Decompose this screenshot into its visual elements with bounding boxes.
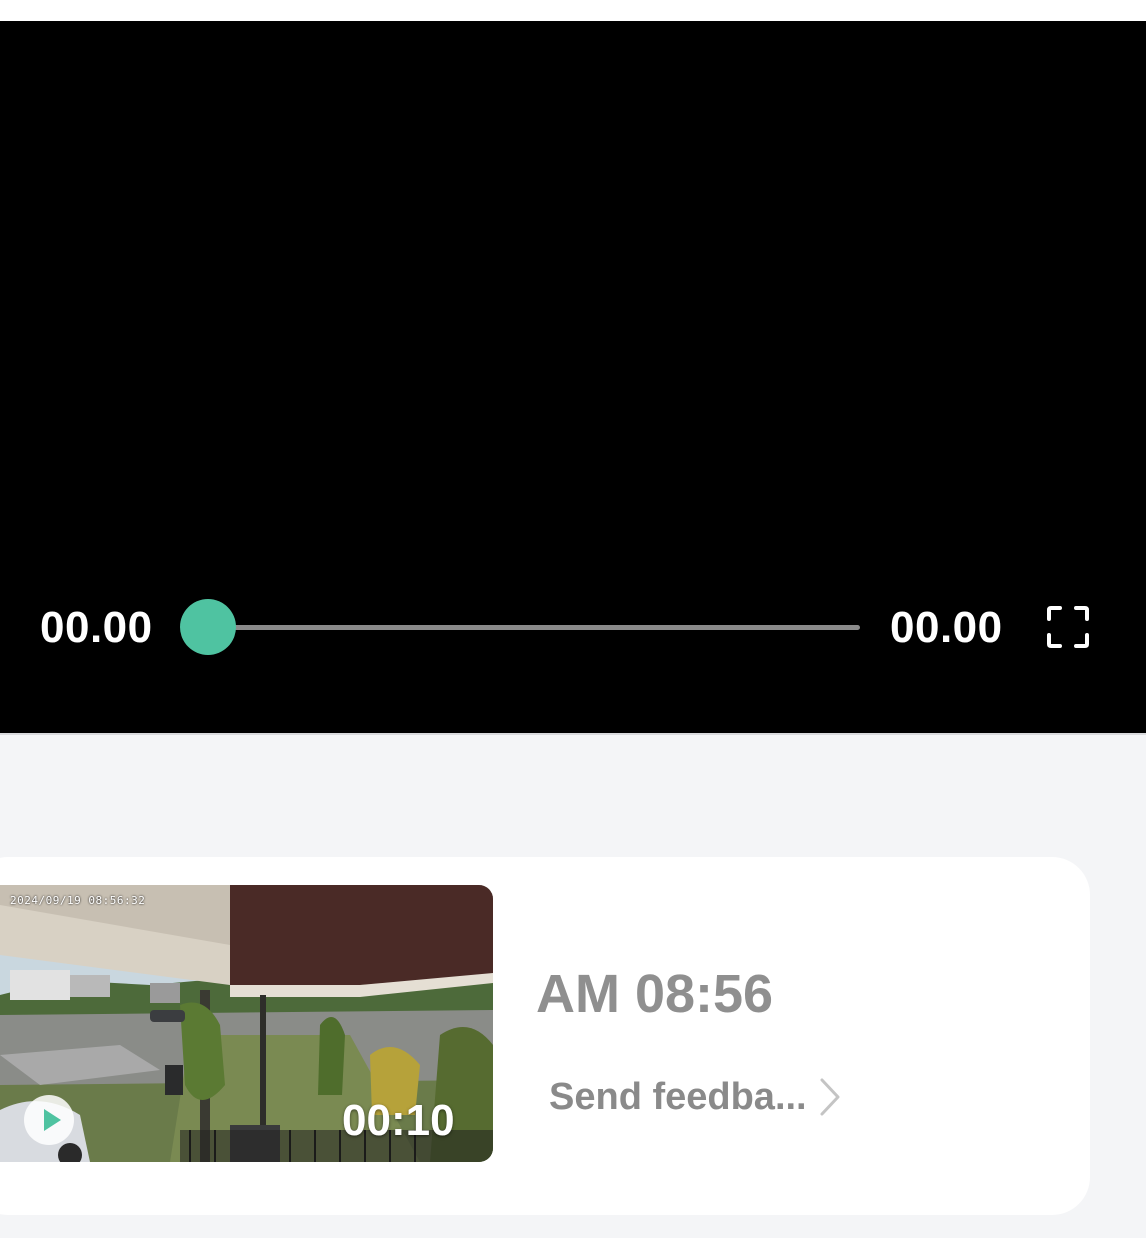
progress-track[interactable]: [180, 599, 860, 655]
play-icon[interactable]: [24, 1095, 74, 1145]
progress-knob[interactable]: [180, 599, 236, 655]
divider: [0, 733, 1146, 735]
current-time: 00.00: [40, 603, 153, 652]
fullscreen-icon[interactable]: [1046, 605, 1090, 649]
send-feedback-label: Send feedba...: [549, 1076, 807, 1118]
top-bar: [0, 0, 1146, 21]
chevron-right-icon: [819, 1077, 841, 1117]
send-feedback-link[interactable]: Send feedba...: [549, 1072, 841, 1122]
total-time: 00.00: [890, 603, 1003, 652]
event-time: AM 08:56: [536, 964, 774, 1024]
recording-timestamp: 2024/09/19 08:56:32: [10, 894, 146, 907]
recording-duration: 00:10: [342, 1096, 455, 1145]
